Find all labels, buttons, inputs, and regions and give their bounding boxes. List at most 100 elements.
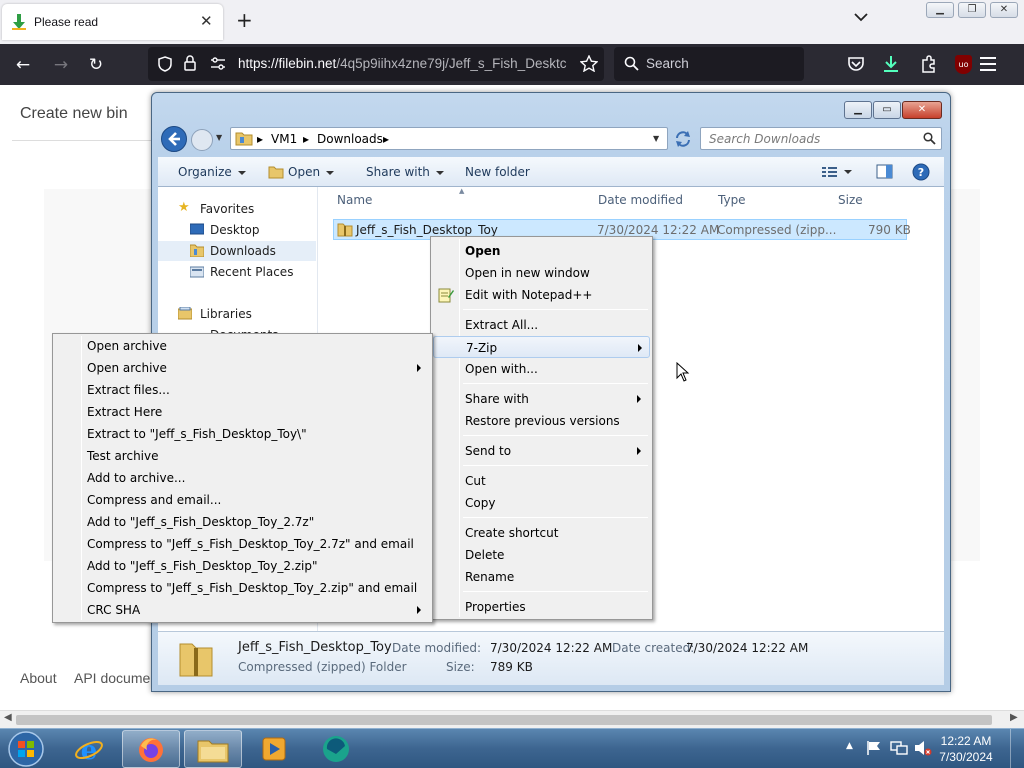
scroll-left-icon[interactable]: ◀ xyxy=(4,712,12,723)
open-button[interactable]: Open xyxy=(268,165,335,179)
show-hidden-icons-chevron-icon[interactable]: ▲ xyxy=(846,741,853,751)
downloads-icon[interactable] xyxy=(883,55,899,73)
explorer-search-input[interactable]: Search Downloads xyxy=(700,127,942,150)
zip-item-extract-here[interactable]: Extract Here xyxy=(55,401,430,423)
view-options-icon[interactable] xyxy=(822,166,852,178)
zip-item-add-to-7z[interactable]: Add to "Jeff_s_Fish_Desktop_Toy_2.7z" xyxy=(55,511,430,533)
menu-item-open-with[interactable]: Open with... xyxy=(433,358,650,380)
menu-item-7zip[interactable]: 7-Zip xyxy=(433,336,650,358)
horizontal-scrollbar[interactable]: ◀ ▶ xyxy=(0,710,1024,728)
close-window-button[interactable]: ✕ xyxy=(990,2,1018,18)
nav-libraries[interactable]: Libraries xyxy=(158,304,316,324)
zip-item-open-archive[interactable]: Open archive xyxy=(55,335,430,357)
taskbar-app[interactable] xyxy=(308,730,366,768)
sort-chevron-icon: ▲ xyxy=(459,187,465,195)
menu-item-restore[interactable]: Restore previous versions xyxy=(433,410,650,432)
menu-item-cut[interactable]: Cut xyxy=(433,470,650,492)
taskbar-internet-explorer[interactable]: e xyxy=(60,730,118,768)
share-with-button[interactable]: Share with xyxy=(366,165,444,179)
minimize-button[interactable]: ▁ xyxy=(926,2,954,18)
new-tab-icon[interactable]: + xyxy=(236,9,253,31)
permissions-icon[interactable] xyxy=(210,57,226,71)
back-arrow-icon[interactable] xyxy=(160,125,188,153)
url-bar[interactable]: https://filebin.net/4q5p9iihx4zne79j/Jef… xyxy=(148,47,604,81)
address-bar[interactable]: ▸ VM1 ▸ Downloads ▸ ▼ xyxy=(230,127,668,150)
pocket-icon[interactable] xyxy=(847,56,865,72)
zip-item-extract-files[interactable]: Extract files... xyxy=(55,379,430,401)
zip-item-compress-email[interactable]: Compress and email... xyxy=(55,489,430,511)
create-new-bin-link[interactable]: Create new bin xyxy=(20,105,128,123)
menu-item-open-new-window[interactable]: Open in new window xyxy=(433,262,650,284)
api-documentation-link[interactable]: API documer xyxy=(74,670,155,686)
zip-item-add-to-zip[interactable]: Add to "Jeff_s_Fish_Desktop_Toy_2.zip" xyxy=(55,555,430,577)
ublock-icon[interactable]: uo xyxy=(955,55,972,74)
volume-muted-icon[interactable] xyxy=(914,740,932,756)
explorer-close-button[interactable]: ✕ xyxy=(902,101,942,119)
zip-item-test-archive[interactable]: Test archive xyxy=(55,445,430,467)
address-history-chevron-icon[interactable]: ▼ xyxy=(653,134,659,143)
menu-item-properties[interactable]: Properties xyxy=(433,596,650,618)
shield-icon[interactable] xyxy=(158,56,172,72)
explorer-maximize-button[interactable]: ▭ xyxy=(873,101,901,119)
menu-item-edit-notepad[interactable]: Edit with Notepad++ xyxy=(433,284,650,306)
recent-pages-chevron-icon[interactable]: ▼ xyxy=(216,133,222,142)
menu-item-open[interactable]: Open xyxy=(433,240,650,262)
system-clock[interactable]: 12:22 AM 7/30/2024 xyxy=(936,733,996,765)
menu-item-create-shortcut[interactable]: Create shortcut xyxy=(433,522,650,544)
explorer-minimize-button[interactable]: ▁ xyxy=(844,101,872,119)
organize-button[interactable]: Organize xyxy=(178,165,246,179)
network-icon[interactable] xyxy=(890,740,908,756)
action-center-flag-icon[interactable] xyxy=(866,740,882,756)
taskbar-explorer[interactable] xyxy=(184,730,242,768)
zip-item-crc-sha[interactable]: CRC SHA xyxy=(55,599,430,621)
refresh-icon[interactable] xyxy=(672,129,694,149)
nav-desktop[interactable]: Desktop xyxy=(158,220,316,240)
breadcrumb-separator[interactable]: ▸ xyxy=(303,132,309,146)
menu-hamburger-icon[interactable] xyxy=(980,57,996,71)
zip-item-compress-zip-email[interactable]: Compress to "Jeff_s_Fish_Desktop_Toy_2.z… xyxy=(55,577,430,599)
breadcrumb-separator[interactable]: ▸ xyxy=(257,132,263,146)
reload-icon[interactable]: ↻ xyxy=(83,52,109,78)
nav-downloads[interactable]: Downloads xyxy=(158,241,316,261)
zip-item-compress-7z-email[interactable]: Compress to "Jeff_s_Fish_Desktop_Toy_2.7… xyxy=(55,533,430,555)
breadcrumb-separator[interactable]: ▸ xyxy=(383,132,389,146)
nav-recent-places[interactable]: Recent Places xyxy=(158,262,316,282)
zip-item-extract-to-folder[interactable]: Extract to "Jeff_s_Fish_Desktop_Toy\" xyxy=(55,423,430,445)
menu-item-send-to[interactable]: Send to xyxy=(433,440,650,462)
scroll-right-icon[interactable]: ▶ xyxy=(1010,712,1018,723)
extensions-icon[interactable] xyxy=(920,55,937,73)
menu-item-share-with[interactable]: Share with xyxy=(433,388,650,410)
search-bar[interactable]: Search xyxy=(614,47,804,81)
bookmark-star-icon[interactable] xyxy=(580,55,598,72)
help-icon[interactable]: ? xyxy=(912,163,930,181)
column-header-name[interactable]: Name xyxy=(337,193,372,207)
browser-tab[interactable]: Please read ✕ xyxy=(2,4,223,40)
show-desktop-button[interactable] xyxy=(1010,729,1024,768)
column-header-date[interactable]: Date modified xyxy=(598,193,683,207)
breadcrumb-downloads[interactable]: Downloads xyxy=(317,132,383,146)
forward-icon[interactable]: → xyxy=(48,52,74,78)
restore-button[interactable]: ❐ xyxy=(958,2,986,18)
breadcrumb-vm1[interactable]: VM1 xyxy=(271,132,297,146)
taskbar-firefox[interactable] xyxy=(122,730,180,768)
zip-item-add-to-archive[interactable]: Add to archive... xyxy=(55,467,430,489)
taskbar-media-player[interactable] xyxy=(246,730,304,768)
scrollbar-thumb[interactable] xyxy=(16,715,992,725)
new-folder-button[interactable]: New folder xyxy=(465,165,530,179)
close-tab-icon[interactable]: ✕ xyxy=(200,12,213,30)
zip-item-open-archive-submenu[interactable]: Open archive xyxy=(55,357,430,379)
menu-item-rename[interactable]: Rename xyxy=(433,566,650,588)
about-link[interactable]: About xyxy=(20,670,57,686)
back-icon[interactable]: ← xyxy=(10,52,36,78)
menu-item-copy[interactable]: Copy xyxy=(433,492,650,514)
start-button-windows-icon[interactable] xyxy=(6,730,46,768)
preview-pane-icon[interactable] xyxy=(876,164,893,179)
menu-item-delete[interactable]: Delete xyxy=(433,544,650,566)
column-header-size[interactable]: Size xyxy=(838,193,863,207)
lock-icon[interactable] xyxy=(184,55,196,71)
chevron-down-icon[interactable] xyxy=(854,12,868,22)
column-header-type[interactable]: Type xyxy=(718,193,746,207)
nav-favorites[interactable]: ★ Favorites xyxy=(158,199,316,219)
forward-arrow-icon[interactable] xyxy=(190,128,214,152)
menu-item-extract-all[interactable]: Extract All... xyxy=(433,314,650,336)
